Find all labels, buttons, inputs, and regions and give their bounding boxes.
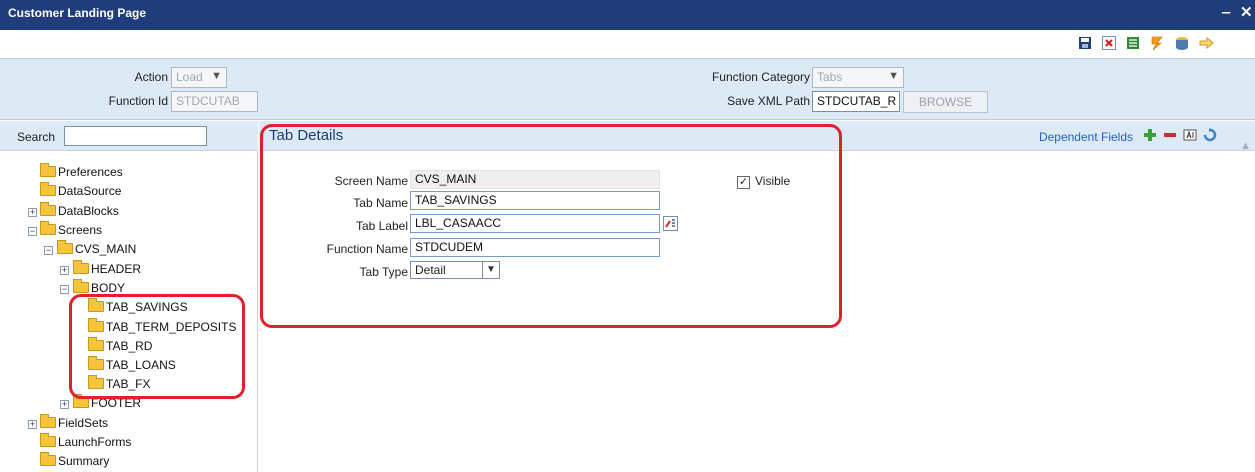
- tree-item-label: Summary: [58, 454, 110, 468]
- function-id-label: Function Id: [108, 94, 168, 108]
- tree-item-datasource[interactable]: DataSource: [40, 182, 122, 200]
- minimize-button[interactable]: ‒: [1222, 4, 1230, 22]
- folder-icon: [40, 202, 56, 216]
- exit-icon[interactable]: [1198, 35, 1214, 51]
- tree-item-label: DataSource: [58, 184, 122, 198]
- folder-icon: [40, 221, 56, 235]
- function-id-field[interactable]: STDCUTAB: [171, 91, 258, 112]
- folder-icon: [73, 260, 89, 274]
- remove-icon[interactable]: [1163, 128, 1177, 142]
- tree-item-label: LaunchForms: [58, 435, 132, 449]
- scroll-up-icon[interactable]: ▲: [1240, 140, 1251, 152]
- browse-button[interactable]: BROWSE: [903, 91, 988, 113]
- folder-icon: [40, 433, 56, 447]
- tree-item-summary[interactable]: Summary: [40, 452, 110, 470]
- expand-icon[interactable]: +: [60, 400, 69, 409]
- deploy-icon[interactable]: [1174, 35, 1190, 51]
- collapse-icon[interactable]: −: [60, 285, 69, 294]
- tree-item-screens[interactable]: Screens: [40, 221, 103, 239]
- action-select-value: Load: [176, 70, 203, 84]
- expand-icon[interactable]: +: [60, 266, 69, 275]
- expand-icon[interactable]: +: [28, 208, 37, 217]
- tree-pane: Search Preferences DataSource + DataBloc…: [0, 121, 258, 472]
- collapse-icon[interactable]: −: [44, 246, 53, 255]
- collapse-icon[interactable]: −: [28, 227, 37, 236]
- close-window-button[interactable]: ✕: [1240, 4, 1253, 22]
- generate-icon[interactable]: [1149, 35, 1165, 51]
- function-header: Action Load ▼ Function Id STDCUTAB Funct…: [0, 58, 1255, 120]
- search-input[interactable]: [64, 126, 207, 146]
- tree-item-label: BODY: [91, 281, 126, 295]
- tree-item-datablocks[interactable]: DataBlocks: [40, 202, 119, 220]
- folder-icon: [40, 163, 56, 177]
- window-title: Customer Landing Page: [8, 6, 147, 20]
- tree-item-preferences[interactable]: Preferences: [40, 163, 123, 181]
- folder-icon: [40, 452, 56, 466]
- list-icon[interactable]: [1125, 35, 1141, 51]
- toolbar: [0, 30, 1255, 58]
- expand-icon[interactable]: +: [28, 420, 37, 429]
- tab-details-highlight: [260, 124, 842, 328]
- tree-item-label: Screens: [58, 223, 103, 237]
- delete-icon[interactable]: [1101, 35, 1117, 51]
- tree-item-label: FieldSets: [58, 416, 109, 430]
- tab-details-pane: Tab Details Dependent Fields ▲ Screen Na…: [259, 121, 1255, 472]
- folder-icon: [73, 279, 89, 293]
- chevron-down-icon: ▼: [211, 70, 222, 82]
- folder-icon: [57, 240, 73, 254]
- chevron-down-icon: ▼: [888, 70, 899, 82]
- add-icon[interactable]: [1143, 128, 1157, 142]
- tree-item-label: HEADER: [91, 262, 142, 276]
- tree-item-cvs-main[interactable]: CVS_MAIN: [57, 240, 137, 258]
- folder-icon: [40, 182, 56, 196]
- tree-item-fieldsets[interactable]: FieldSets: [40, 414, 109, 432]
- save-icon[interactable]: [1077, 35, 1093, 51]
- folder-icon: [40, 414, 56, 428]
- window-titlebar: Customer Landing Page ‒ ✕: [0, 0, 1255, 30]
- tree-item-launchforms[interactable]: LaunchForms: [40, 433, 132, 451]
- search-bar: Search: [0, 121, 258, 151]
- tree-item-label: CVS_MAIN: [75, 242, 137, 256]
- refresh-icon[interactable]: [1203, 128, 1217, 142]
- dependent-fields-link[interactable]: Dependent Fields: [1039, 130, 1133, 144]
- tree-item-label: Preferences: [58, 165, 123, 179]
- save-xml-path-field[interactable]: STDCUTAB_R: [812, 91, 900, 112]
- function-category-select[interactable]: Tabs ▼: [812, 67, 904, 88]
- function-category-label: Function Category: [711, 70, 810, 84]
- label-icon[interactable]: [1183, 128, 1197, 142]
- tab-list-highlight: [69, 294, 245, 399]
- tree-item-label: DataBlocks: [58, 204, 119, 218]
- search-label: Search: [17, 130, 56, 144]
- action-label: Action: [134, 70, 168, 84]
- save-xml-path-label: Save XML Path: [727, 94, 810, 108]
- tree-item-header[interactable]: HEADER: [73, 260, 142, 278]
- function-category-value: Tabs: [817, 70, 843, 84]
- action-select[interactable]: Load ▼: [171, 67, 227, 88]
